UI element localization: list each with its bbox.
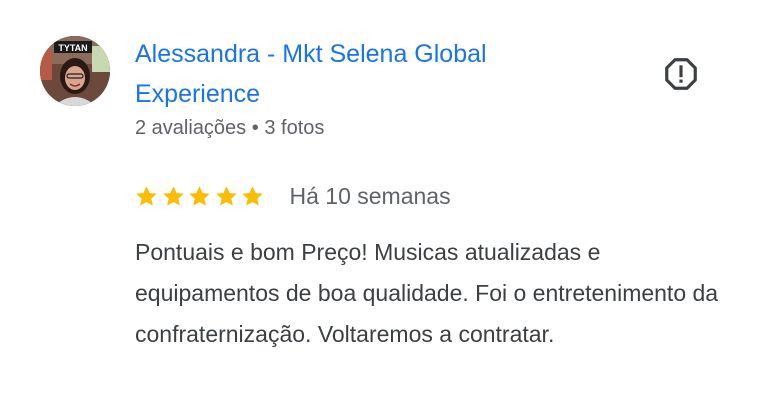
avatar-photo: TYTAN: [40, 36, 110, 106]
star-icon: [242, 185, 263, 206]
review-text: Pontuais e bom Preço! Musicas atualizada…: [135, 239, 719, 347]
star-icon: [215, 185, 237, 206]
star-icon: [136, 185, 157, 206]
author-avatar[interactable]: TYTAN: [40, 36, 110, 106]
author-reviews-count: 2 avaliações: [135, 117, 247, 139]
review-time: Há 10 semanas: [289, 183, 451, 209]
author-meta: 2 avaliações • 3 fotos: [135, 114, 324, 142]
review-card: TYTAN Alessandra - Mkt Selena Global Exp…: [0, 0, 768, 404]
star-icon: [162, 185, 184, 206]
author-name-link[interactable]: Alessandra - Mkt Selena Global Experienc…: [135, 34, 565, 114]
report-octagon-icon: [665, 58, 697, 90]
star-icon: [189, 185, 210, 206]
star-rating: [134, 184, 267, 209]
author-photos-count: 3 fotos: [264, 117, 325, 139]
report-review-button[interactable]: [662, 55, 700, 93]
avatar-sign-text: TYTAN: [58, 43, 87, 53]
meta-separator: •: [251, 117, 259, 139]
rating-row: Há 10 semanas: [134, 178, 451, 214]
